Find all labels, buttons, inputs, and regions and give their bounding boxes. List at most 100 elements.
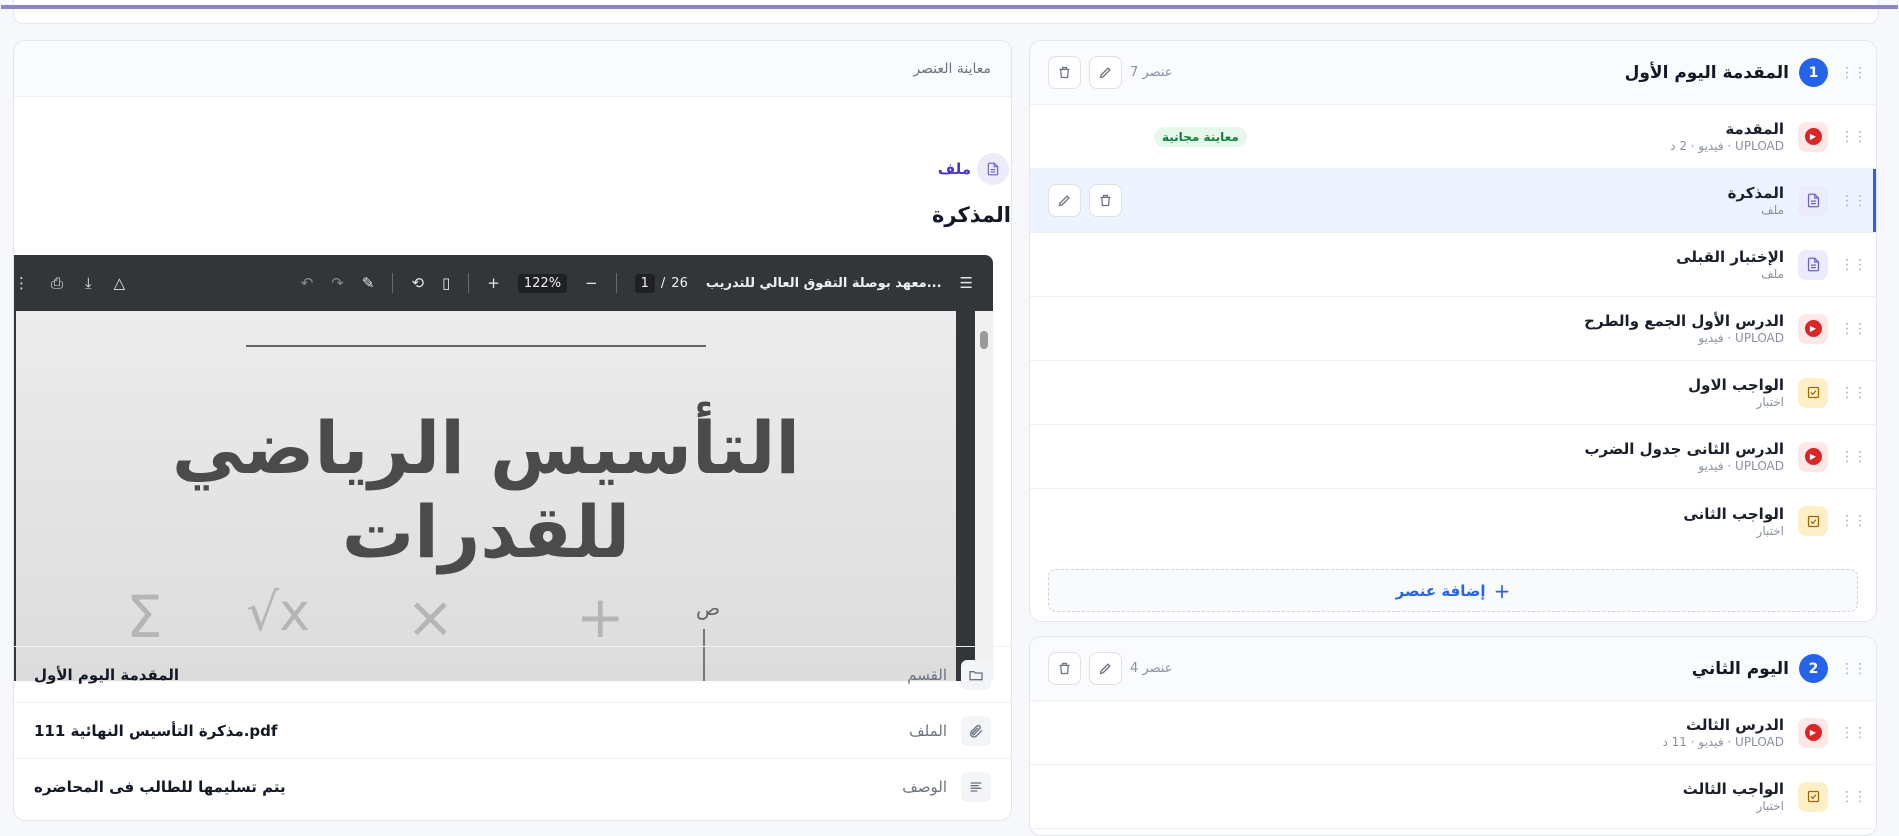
lesson-item[interactable]: ⋮⋮ الإختبار القبلى ملف — [1030, 233, 1876, 297]
drag-handle-icon[interactable]: ⋮⋮ — [1840, 129, 1867, 145]
plus-icon: + — [1493, 578, 1511, 603]
pdf-scrollbar[interactable] — [975, 311, 993, 681]
meta-label: الملف — [909, 721, 947, 740]
sqrt-icon: √x — [246, 583, 310, 643]
item-count: 7 عنصر — [1130, 65, 1173, 80]
rotate-icon[interactable]: ⟲ — [411, 274, 424, 292]
toolbar-separator — [392, 273, 394, 293]
item-subtitle: فيديو · 11 د · UPLOAD — [1662, 735, 1785, 749]
section-title: اليوم الثاني — [1691, 658, 1789, 679]
edit-section-button[interactable] — [1089, 56, 1122, 89]
item-meta: القسم المقدمة اليوم الأول الملف مذكرة ال… — [14, 646, 1011, 814]
delete-section-button[interactable] — [1048, 56, 1081, 89]
page-input[interactable]: 1 — [634, 273, 655, 293]
quiz-checkbox-icon — [1798, 506, 1828, 536]
item-preview-panel: معاينة العنصر ملف المذكرة ☰ معهد بوصلة ا… — [13, 40, 1012, 821]
redo-icon[interactable]: ↷ — [331, 274, 344, 292]
meta-row-file: الملف مذكرة التأسيس النهائية 111.pdf — [14, 702, 1011, 758]
item-subtitle: ملف — [1761, 267, 1784, 281]
more-vertical-icon[interactable]: ⋮ — [14, 274, 29, 292]
drag-handle-icon[interactable]: ⋮⋮ — [1840, 193, 1867, 209]
menu-icon[interactable]: ☰ — [960, 274, 973, 292]
lesson-item[interactable]: ⋮⋮ الواجب الثانى اختبار — [1030, 489, 1876, 553]
drag-handle-icon[interactable]: ⋮⋮ — [1840, 725, 1867, 741]
lesson-item[interactable]: ⋮⋮ الواجب الثالث اختبار — [1030, 765, 1876, 829]
lesson-item[interactable]: ⋮⋮ الواجب الاول اختبار — [1030, 361, 1876, 425]
section-header[interactable]: ⋮⋮ 2 اليوم الثاني 4 عنصر — [1030, 637, 1876, 701]
add-item-label: إضافة عنصر — [1395, 581, 1486, 600]
item-title: الواجب الثانى — [1683, 504, 1784, 523]
fit-page-icon[interactable]: ▯ — [442, 274, 450, 292]
meta-row-section: القسم المقدمة اليوم الأول — [14, 646, 1011, 702]
quiz-checkbox-icon — [1798, 377, 1828, 408]
trash-icon — [1059, 662, 1070, 675]
drag-handle-icon[interactable]: ⋮⋮ — [1840, 257, 1867, 273]
zoom-level[interactable]: 122% — [517, 273, 568, 293]
sigma-icon: Σ — [126, 583, 163, 651]
pdf-viewer[interactable]: ☰ معهد بوصلة التفوق العالي للتدريب... 1 … — [14, 255, 993, 681]
page-indicator: 1 / 26 — [634, 273, 688, 293]
edit-item-button[interactable] — [1048, 184, 1081, 217]
drag-handle-icon[interactable]: ⋮⋮ — [1840, 385, 1867, 401]
annotate-icon[interactable]: ✎ — [362, 274, 375, 292]
lesson-item[interactable]: ⋮⋮ ▶ الدرس الثالث فيديو · 11 د · UPLOAD — [1030, 701, 1876, 765]
item-title: الواجب الثالث — [1682, 780, 1784, 798]
drag-handle-icon[interactable]: ⋮⋮ — [1840, 449, 1867, 465]
meta-value: المقدمة اليوم الأول — [34, 665, 180, 684]
undo-icon[interactable]: ↶ — [301, 274, 314, 292]
toolbar-separator — [615, 273, 617, 293]
drag-handle-icon[interactable]: ⋮⋮ — [1840, 321, 1867, 337]
preview-header: معاينة العنصر — [14, 41, 1011, 97]
zoom-out-icon[interactable]: − — [585, 274, 598, 292]
delete-section-button[interactable] — [1048, 652, 1081, 685]
item-type-tag: ملف — [938, 153, 1009, 185]
text-lines-icon — [961, 771, 991, 802]
item-subtitle: فيديو · 2 د · UPLOAD — [1670, 139, 1784, 153]
section-number: 1 — [1799, 58, 1828, 87]
item-subtitle: اختبار — [1756, 523, 1784, 538]
edit-section-button[interactable] — [1089, 652, 1122, 685]
drive-icon[interactable]: △ — [114, 274, 126, 292]
print-icon[interactable]: ⎙ — [51, 274, 63, 292]
lesson-item[interactable]: ⋮⋮ ▶ المقدمة فيديو · 2 د · UPLOAD معاينة … — [1030, 105, 1876, 169]
drag-handle-icon[interactable]: ⋮⋮ — [1840, 789, 1867, 805]
pencil-icon — [1058, 195, 1070, 207]
cover-divider — [246, 345, 706, 347]
lesson-item[interactable]: ⋮⋮ المذكرة ملف — [1030, 169, 1876, 233]
section-header[interactable]: ⋮⋮ 1 المقدمة اليوم الأول 7 عنصر — [1030, 41, 1876, 105]
pencil-icon — [1099, 67, 1111, 79]
item-subtitle: فيديو · UPLOAD — [1698, 331, 1784, 345]
section-card: ⋮⋮ 1 المقدمة اليوم الأول 7 عنصر ⋮⋮ ▶ الم… — [1029, 40, 1877, 622]
download-icon[interactable]: ⤓ — [85, 274, 92, 292]
item-subtitle: فيديو · UPLOAD — [1698, 459, 1784, 473]
trash-icon — [1059, 66, 1070, 79]
page-total: 26 — [671, 275, 688, 291]
item-subtitle: اختبار — [1756, 799, 1784, 813]
add-item-button[interactable]: إضافة عنصر + — [1048, 569, 1858, 612]
scroll-thumb[interactable] — [980, 331, 988, 349]
delete-item-button[interactable] — [1089, 184, 1122, 217]
zoom-in-icon[interactable]: + — [487, 274, 500, 292]
video-icon: ▶ — [1798, 717, 1828, 748]
cover-title: التأسيس الرياضي للقدرات — [171, 406, 801, 574]
preview-header-label: معاينة العنصر — [913, 60, 991, 77]
drag-handle-icon[interactable]: ⋮⋮ — [1840, 513, 1867, 529]
pdf-page: التأسيس الرياضي للقدرات Σ √x × + ص — [16, 311, 956, 681]
paperclip-icon — [961, 715, 991, 746]
video-icon: ▶ — [1798, 121, 1828, 152]
item-title: الدرس الثانى جدول الضرب — [1584, 440, 1784, 458]
pencil-icon — [1099, 663, 1111, 675]
axis-label: ص — [696, 596, 721, 620]
drag-handle-icon[interactable]: ⋮⋮ — [1840, 661, 1867, 677]
meta-value: مذكرة التأسيس النهائية 111.pdf — [34, 721, 278, 740]
item-count: 4 عنصر — [1130, 661, 1173, 676]
lesson-item[interactable]: ⋮⋮ ▶ الدرس الأول الجمع والطرح فيديو · UPL… — [1030, 297, 1876, 361]
file-icon — [1798, 185, 1828, 216]
pdf-toolbar: ☰ معهد بوصلة التفوق العالي للتدريب... 1 … — [14, 255, 993, 311]
drag-handle-icon[interactable]: ⋮⋮ — [1840, 65, 1867, 81]
lesson-item[interactable]: ⋮⋮ ▶ الدرس الثانى جدول الضرب فيديو · UPLO… — [1030, 425, 1876, 489]
pdf-document-title: معهد بوصلة التفوق العالي للتدريب... — [705, 275, 942, 291]
item-title: المذكرة — [1727, 184, 1784, 202]
pdf-actions: △ ⤓ ⎙ ⋮ — [14, 274, 125, 292]
folder-icon — [961, 659, 991, 690]
